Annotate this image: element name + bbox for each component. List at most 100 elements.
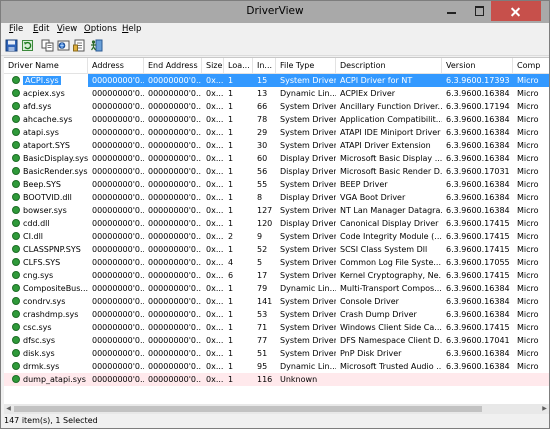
cell-end-address: 00000000'0... bbox=[148, 167, 202, 176]
table-row[interactable]: dfsc.sys 00000000'0... 00000000'0... 0x... 1… bbox=[4, 334, 549, 347]
cell-version: 6.3.9600.17194 bbox=[446, 102, 510, 111]
cell-version: 6.3.9600.17031 bbox=[446, 167, 510, 176]
table-row[interactable]: CI.dll 00000000'0... 00000000'0... 0x... 2 9 S… bbox=[4, 230, 549, 243]
column-header-description[interactable]: Description bbox=[336, 58, 442, 73]
cell-size: 0x... bbox=[206, 232, 224, 241]
refresh-icon[interactable] bbox=[21, 39, 34, 52]
table-row[interactable]: afd.sys 00000000'0... 00000000'0... 0x... 1 6… bbox=[4, 100, 549, 113]
cell-address: 00000000'0... bbox=[92, 102, 144, 111]
column-header-address[interactable]: Address bbox=[88, 58, 144, 73]
menu-edit[interactable]: Edit bbox=[33, 24, 49, 34]
exit-icon[interactable] bbox=[90, 39, 103, 52]
table-row[interactable]: disk.sys 00000000'0... 00000000'0... 0x... 1… bbox=[4, 347, 549, 360]
cell-load-count: 1 bbox=[228, 115, 234, 124]
menu-help[interactable]: Help bbox=[122, 24, 141, 34]
cell-load-count: 6 bbox=[228, 271, 234, 280]
table-row[interactable]: BOOTVID.dll 00000000'0... 00000000'0... 0x.… bbox=[4, 191, 549, 204]
scroll-right-arrow-icon[interactable]: ▶ bbox=[540, 404, 549, 414]
column-header-row: Driver Name Address End Address Size Loa... I… bbox=[4, 58, 549, 74]
cell-version: 6.3.9600.16384 bbox=[446, 180, 510, 189]
cell-index: 55 bbox=[257, 180, 268, 189]
close-button[interactable] bbox=[491, 1, 541, 21]
scrollbar-thumb[interactable] bbox=[14, 406, 482, 412]
table-row[interactable]: csc.sys 00000000'0... 00000000'0... 0x... 1 7… bbox=[4, 321, 549, 334]
cell-size: 0x... bbox=[206, 323, 224, 332]
cell-address: 00000000'0... bbox=[92, 349, 144, 358]
cell-end-address: 00000000'0... bbox=[144, 74, 202, 87]
table-row[interactable]: cdd.dll 00000000'0... 00000000'0... 0x... 1 1… bbox=[4, 217, 549, 230]
cell-version: 6.3.9600.16384 bbox=[446, 89, 510, 98]
cell-index: 29 bbox=[257, 128, 268, 137]
cell-version: 6.3.9600.16384 bbox=[446, 284, 510, 293]
column-header-company[interactable]: Comp bbox=[513, 58, 549, 73]
cell-driver-name: cng.sys bbox=[4, 269, 88, 282]
cell-size: 0x... bbox=[206, 258, 224, 267]
cell-index: 13 bbox=[257, 89, 268, 98]
cell-size: 0x... bbox=[202, 74, 224, 87]
cell-file-type: Dynamic Lin... bbox=[280, 362, 336, 371]
table-row[interactable]: dump_atapi.sys 00000000'0... 00000000'0...… bbox=[4, 373, 549, 386]
cell-address: 00000000'0... bbox=[92, 375, 144, 384]
column-header-size[interactable]: Size bbox=[202, 58, 224, 73]
driver-status-icon bbox=[12, 141, 20, 149]
cell-version: 6.3.9600.17415 bbox=[446, 219, 510, 228]
table-row[interactable]: drmk.sys 00000000'0... 00000000'0... 0x... 1… bbox=[4, 360, 549, 373]
column-header-index[interactable]: In... bbox=[253, 58, 276, 73]
table-row[interactable]: condrv.sys 00000000'0... 00000000'0... 0x..… bbox=[4, 295, 549, 308]
cell-address: 00000000'0... bbox=[92, 284, 144, 293]
table-row[interactable]: ataport.SYS 00000000'0... 00000000'0... 0x.… bbox=[4, 139, 549, 152]
cell-version: 6.3.9600.17041 bbox=[446, 336, 510, 345]
menu-options[interactable]: Options bbox=[84, 24, 117, 34]
menu-view[interactable]: View bbox=[57, 24, 77, 34]
menu-file[interactable]: File bbox=[9, 24, 23, 34]
cell-load-count: 1 bbox=[228, 206, 234, 215]
cell-description: Windows Client Side Ca... bbox=[340, 323, 442, 332]
column-header-file-type[interactable]: File Type bbox=[276, 58, 336, 73]
save-icon[interactable] bbox=[5, 39, 18, 52]
cell-address: 00000000'0... bbox=[92, 115, 144, 124]
cell-index: 71 bbox=[257, 323, 268, 332]
table-row[interactable]: CLASSPNP.SYS 00000000'0... 00000000'0... 0x… bbox=[4, 243, 549, 256]
cell-address: 00000000'0... bbox=[92, 219, 144, 228]
column-header-load-count[interactable]: Loa... bbox=[224, 58, 253, 73]
table-row[interactable]: BasicRender.sys 00000000'0... 00000000'0..… bbox=[4, 165, 549, 178]
cell-version: 6.3.9600.16384 bbox=[446, 193, 510, 202]
column-header-version[interactable]: Version bbox=[442, 58, 513, 73]
cell-size: 0x... bbox=[206, 245, 224, 254]
table-row[interactable]: ACPI.sys 00000000'0... 00000000'0... 0x... 1… bbox=[4, 74, 549, 87]
cell-description: SCSI Class System Dll bbox=[340, 245, 428, 254]
cell-driver-name: BOOTVID.dll bbox=[4, 191, 88, 204]
table-row[interactable]: ahcache.sys 00000000'0... 00000000'0... 0x.… bbox=[4, 113, 549, 126]
driver-status-icon bbox=[12, 219, 20, 227]
table-row[interactable]: BasicDisplay.sys 00000000'0... 00000000'0.… bbox=[4, 152, 549, 165]
scroll-left-arrow-icon[interactable]: ◀ bbox=[4, 404, 13, 414]
cell-driver-name: acpiex.sys bbox=[4, 87, 88, 100]
table-row[interactable]: CompositeBus.... 00000000'0... 00000000'0.… bbox=[4, 282, 549, 295]
cell-driver-name: bowser.sys bbox=[4, 204, 88, 217]
column-header-end-address[interactable]: End Address bbox=[144, 58, 202, 73]
cell-index: 30 bbox=[257, 141, 268, 150]
column-header-driver-name[interactable]: Driver Name bbox=[4, 58, 88, 73]
maximize-button[interactable] bbox=[466, 1, 493, 21]
cell-file-type: Display Driver bbox=[280, 219, 336, 228]
title-bar[interactable]: DriverView bbox=[1, 1, 549, 23]
table-row[interactable]: acpiex.sys 00000000'0... 00000000'0... 0x..… bbox=[4, 87, 549, 100]
cell-description: Kernel Cryptography, Ne... bbox=[340, 271, 442, 280]
html-report-icon[interactable] bbox=[57, 39, 70, 52]
cell-driver-name: ataport.SYS bbox=[4, 139, 88, 152]
cell-size: 0x... bbox=[206, 154, 224, 163]
table-row[interactable]: CLFS.SYS 00000000'0... 00000000'0... 0x... 4… bbox=[4, 256, 549, 269]
driver-list[interactable]: Driver Name Address End Address Size Loa... I… bbox=[4, 57, 549, 405]
properties-icon[interactable] bbox=[73, 39, 86, 52]
table-row[interactable]: crashdmp.sys 00000000'0... 00000000'0... 0x… bbox=[4, 308, 549, 321]
cell-description: ACPIEx Driver bbox=[340, 89, 396, 98]
table-row[interactable]: cng.sys 00000000'0... 00000000'0... 0x... 6 1… bbox=[4, 269, 549, 282]
copy-icon[interactable] bbox=[41, 39, 54, 52]
driver-status-icon bbox=[12, 154, 20, 162]
minimize-button[interactable] bbox=[438, 1, 465, 21]
table-row[interactable]: bowser.sys 00000000'0... 00000000'0... 0x..… bbox=[4, 204, 549, 217]
table-row[interactable]: Beep.SYS 00000000'0... 00000000'0... 0x... 1… bbox=[4, 178, 549, 191]
table-row[interactable]: atapi.sys 00000000'0... 00000000'0... 0x...… bbox=[4, 126, 549, 139]
cell-address: 00000000'0... bbox=[92, 167, 144, 176]
horizontal-scrollbar[interactable]: ◀ ▶ bbox=[4, 404, 549, 414]
